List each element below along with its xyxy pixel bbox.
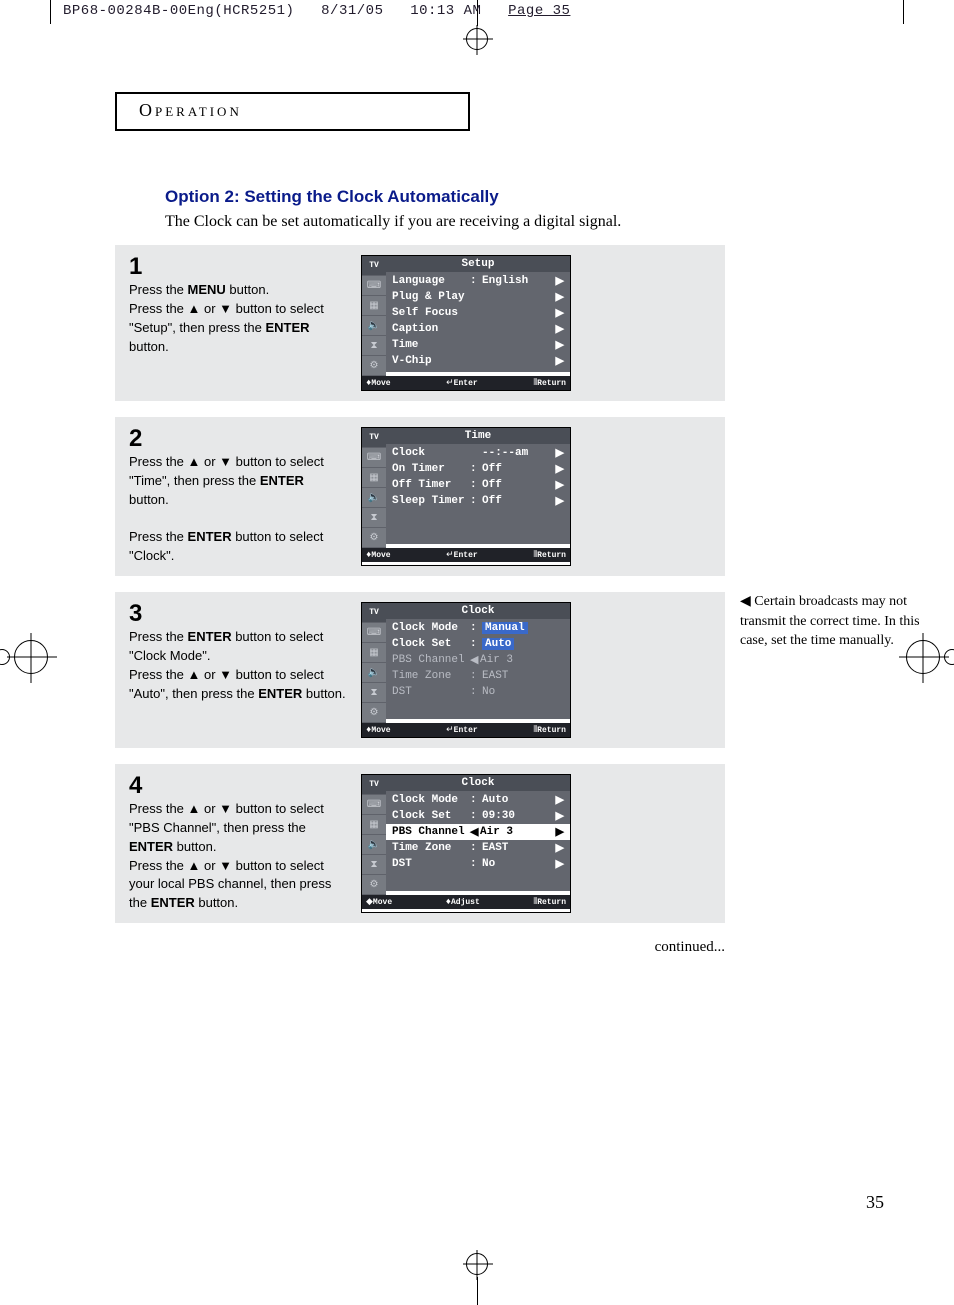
osd-title: Setup [386, 256, 570, 272]
print-time: 10:13 AM [410, 3, 481, 19]
step-number: 3 [129, 602, 347, 626]
foot-move: ♦Move [366, 725, 391, 735]
step-text: Press the ENTER button to select "Clock … [129, 628, 347, 703]
tab-settings-icon: ⚙ [362, 875, 386, 895]
continued-label: continued... [115, 939, 725, 956]
tab-remote-icon: ⌨ [362, 448, 386, 468]
osd-rows: Clock Mode:ManualClock Set:AutoPBS Chann… [386, 619, 570, 719]
osd-clock-auto: TV ⌨ ▦ 🔈 ⧗ ⚙ Clock Clock Mode:Auto▶Clock… [361, 774, 571, 913]
tab-sound-icon: 🔈 [362, 316, 386, 336]
osd-footer: ♦Move ↵Enter ⦀Return [362, 548, 570, 562]
tab-remote-icon: ⌨ [362, 795, 386, 815]
print-date: 8/31/05 [321, 3, 383, 19]
foot-return: ⦀Return [533, 550, 566, 560]
osd-title: Clock [386, 775, 570, 791]
tab-timer-icon: ⧗ [362, 683, 386, 703]
osd-rows: Clock--:--am▶On Timer:Off▶Off Timer:Off▶… [386, 444, 570, 544]
osd-footer: ♦Move ↵Enter ⦀Return [362, 723, 570, 737]
osd-rows: Language:English▶Plug & Play▶Self Focus▶… [386, 272, 570, 372]
print-header: BP68-00284B-00Eng(HCR5251) 8/31/05 10:13… [63, 3, 570, 19]
tab-timer-icon: ⧗ [362, 855, 386, 875]
tab-picture-icon: ▦ [362, 468, 386, 488]
osd-tabs: TV ⌨ ▦ 🔈 ⧗ ⚙ [362, 603, 386, 723]
foot-enter: ↵Enter [446, 725, 478, 735]
step-number: 2 [129, 427, 347, 451]
foot-move: ◆Move [366, 897, 392, 907]
foot-return: ⦀Return [533, 378, 566, 388]
foot-enter: ↵Enter [446, 550, 478, 560]
section-title-box: Operation [115, 92, 470, 131]
option-description: The Clock can be set automatically if yo… [165, 213, 885, 231]
option-heading: Option 2: Setting the Clock Automaticall… [165, 187, 885, 207]
osd-title: Time [386, 428, 570, 444]
foot-return: ⦀Return [533, 725, 566, 735]
tab-tv-icon: TV [362, 256, 386, 276]
step-text: Press the ▲ or ▼ button to select "Time"… [129, 453, 347, 566]
tab-tv-icon: TV [362, 603, 386, 623]
foot-move: ♦Move [366, 378, 391, 388]
step-block-4: 4 Press the ▲ or ▼ button to select "PBS… [115, 764, 725, 923]
tab-picture-icon: ▦ [362, 296, 386, 316]
step-text: Press the MENU button.Press the ▲ or ▼ b… [129, 281, 347, 356]
step-number: 4 [129, 774, 347, 798]
osd-tabs: TV ⌨ ▦ 🔈 ⧗ ⚙ [362, 775, 386, 895]
bottom-center-tick [477, 1277, 478, 1305]
page-number: 35 [866, 1192, 884, 1213]
tab-settings-icon: ⚙ [362, 356, 386, 376]
tab-picture-icon: ▦ [362, 643, 386, 663]
tab-remote-icon: ⌨ [362, 276, 386, 296]
osd-footer: ♦Move ↵Enter ⦀Return [362, 376, 570, 390]
tab-tv-icon: TV [362, 775, 386, 795]
step-block-1: 1 Press the MENU button.Press the ▲ or ▼… [115, 245, 725, 401]
print-file: BP68-00284B-00Eng(HCR5251) [63, 3, 294, 19]
step-text: Press the ▲ or ▼ button to select "PBS C… [129, 800, 347, 913]
osd-tabs: TV ⌨ ▦ 🔈 ⧗ ⚙ [362, 428, 386, 548]
left-register-outer [0, 649, 10, 665]
osd-title: Clock [386, 603, 570, 619]
osd-rows: Clock Mode:Auto▶Clock Set:09:30▶PBS Chan… [386, 791, 570, 891]
osd-setup: TV ⌨ ▦ 🔈 ⧗ ⚙ Setup Language:English▶Plug… [361, 255, 571, 391]
foot-move: ♦Move [366, 550, 391, 560]
foot-return: ⦀Return [533, 897, 566, 907]
top-register-circle [466, 28, 488, 50]
bottom-register-circle [466, 1253, 488, 1275]
foot-enter: ↵Enter [446, 378, 478, 388]
step-number: 1 [129, 255, 347, 279]
tab-sound-icon: 🔈 [362, 835, 386, 855]
osd-clock-manual: TV ⌨ ▦ 🔈 ⧗ ⚙ Clock Clock Mode:ManualCloc… [361, 602, 571, 738]
osd-time: TV ⌨ ▦ 🔈 ⧗ ⚙ Time Clock--:--am▶On Timer:… [361, 427, 571, 566]
tab-sound-icon: 🔈 [362, 663, 386, 683]
tab-settings-icon: ⚙ [362, 703, 386, 723]
tab-timer-icon: ⧗ [362, 336, 386, 356]
side-note: ◀ Certain broadcasts may not transmit th… [740, 592, 920, 651]
step-block-2: 2 Press the ▲ or ▼ button to select "Tim… [115, 417, 725, 576]
foot-adjust: ♦Adjust [446, 897, 480, 907]
tab-tv-icon: TV [362, 428, 386, 448]
osd-tabs: TV ⌨ ▦ 🔈 ⧗ ⚙ [362, 256, 386, 376]
tab-settings-icon: ⚙ [362, 528, 386, 548]
tab-picture-icon: ▦ [362, 815, 386, 835]
tab-sound-icon: 🔈 [362, 488, 386, 508]
left-register-mark [14, 640, 48, 674]
right-register-outer [944, 649, 954, 665]
tab-timer-icon: ⧗ [362, 508, 386, 528]
tab-remote-icon: ⌨ [362, 623, 386, 643]
page-content: Operation Option 2: Setting the Clock Au… [115, 92, 885, 956]
osd-footer: ◆Move ♦Adjust ⦀Return [362, 895, 570, 909]
crop-mark-tr [872, 0, 904, 24]
print-page: Page 35 [508, 3, 570, 19]
section-title: Operation [139, 100, 242, 120]
step-block-3: 3 Press the ENTER button to select "Cloc… [115, 592, 725, 748]
